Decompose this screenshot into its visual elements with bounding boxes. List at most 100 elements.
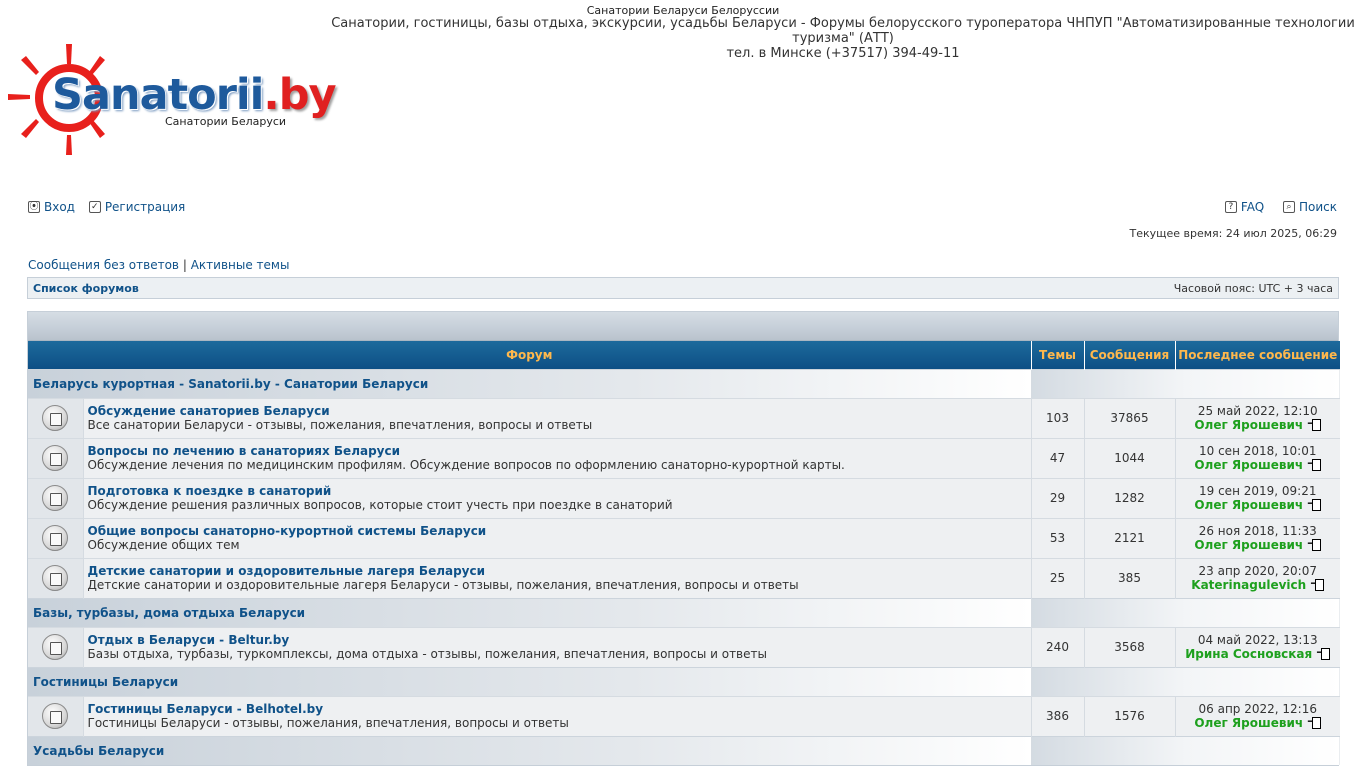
view-latest-post-icon[interactable] — [1307, 536, 1322, 551]
forum-title-cell: Вопросы по лечению в санаториях Беларуси… — [83, 437, 1032, 478]
posts-count: 1576 — [1084, 695, 1176, 736]
last-post-cell: 26 ноя 2018, 11:33 Олег Ярошевич — [1175, 517, 1340, 558]
forum-status-cell — [28, 517, 84, 558]
forum-row: Обсуждение санаториев Беларуси Все санат… — [28, 397, 1340, 438]
help-icon: ? — [1224, 201, 1237, 213]
forum-description: Детские санатории и оздоровительные лаге… — [87, 578, 799, 592]
forum-title-link[interactable]: Подготовка к поездке в санаторий — [88, 484, 1030, 498]
login-link[interactable]: ⦿ Вход — [28, 200, 75, 214]
forum-status-cell — [28, 397, 84, 438]
forum-title-cell: Подготовка к поездке в санаторий Обсужде… — [83, 477, 1032, 518]
posts-count: 37865 — [1084, 397, 1176, 438]
last-post-author[interactable]: Олег Ярошевич — [1194, 538, 1303, 552]
forum-title-cell: Детские санатории и оздоровительные лаге… — [83, 557, 1032, 598]
forum-status-cell — [28, 437, 84, 478]
search-icon: ⌕ — [1282, 201, 1295, 213]
last-post-cell: 04 май 2022, 13:13 Ирина Сосновская — [1175, 626, 1340, 667]
forum-title-cell: Отдых в Беларуси - Beltur.by Базы отдыха… — [83, 626, 1032, 667]
col-posts: Сообщения — [1084, 341, 1176, 369]
last-post-cell: 23 апр 2020, 20:07 Katerinagulevich — [1175, 557, 1340, 598]
last-post-cell: 25 май 2022, 12:10 Олег Ярошевич — [1175, 397, 1340, 438]
forum-read-icon — [42, 565, 69, 591]
forum-description: Все санатории Беларуси - отзывы, пожелан… — [87, 418, 593, 432]
topics-count: 29 — [1031, 477, 1085, 518]
last-post-author[interactable]: Олег Ярошевич — [1194, 498, 1303, 512]
topics-count: 47 — [1031, 437, 1085, 478]
view-latest-post-icon[interactable] — [1316, 645, 1331, 660]
topics-count: 25 — [1031, 557, 1085, 598]
forum-status-cell — [28, 695, 84, 736]
forum-title-link[interactable]: Гостиницы Беларуси - Belhotel.by — [88, 702, 1030, 716]
forum-row: Детские санатории и оздоровительные лаге… — [28, 557, 1340, 598]
forum-title-link[interactable]: Общие вопросы санаторно-курортной систем… — [88, 524, 1030, 538]
login-icon: ⦿ — [28, 201, 40, 213]
forum-body: Беларусь курортная - Sanatorii.by - Сана… — [28, 368, 1340, 765]
forum-description: Гостиницы Беларуси - отзывы, пожелания, … — [87, 716, 569, 730]
view-latest-post-icon[interactable] — [1307, 496, 1322, 511]
logo-wordmark: Sanatorii.by — [52, 70, 337, 120]
forum-list-link[interactable]: Список форумов — [33, 282, 139, 295]
category-row: Базы, турбазы, дома отдыха Беларуси — [28, 597, 1340, 627]
last-post-author[interactable]: Олег Ярошевич — [1194, 458, 1303, 472]
forum-row: Гостиницы Беларуси - Belhotel.by Гостини… — [28, 695, 1340, 736]
topics-count: 103 — [1031, 397, 1085, 438]
checkbox-icon: ✓ — [88, 201, 101, 213]
last-post-author[interactable]: Ирина Сосновская — [1185, 647, 1312, 661]
forum-title-link[interactable]: Вопросы по лечению в санаториях Беларуси — [88, 444, 1030, 458]
faq-link[interactable]: ? FAQ — [1224, 200, 1264, 214]
timezone-text: Часовой пояс: UTC + 3 часа — [1173, 281, 1333, 295]
forum-status-cell — [28, 557, 84, 598]
topics-count: 386 — [1031, 695, 1085, 736]
topics-count: 240 — [1031, 626, 1085, 667]
forum-title-link[interactable]: Детские санатории и оздоровительные лаге… — [88, 564, 1030, 578]
forum-title-cell: Обсуждение санаториев Беларуси Все санат… — [83, 397, 1032, 438]
view-latest-post-icon[interactable] — [1307, 456, 1322, 471]
forum-row: Подготовка к поездке в санаторий Обсужде… — [28, 477, 1340, 518]
forum-title-cell: Гостиницы Беларуси - Belhotel.by Гостини… — [83, 695, 1032, 736]
forum-row: Отдых в Беларуси - Beltur.by Базы отдыха… — [28, 626, 1340, 667]
forum-row: Общие вопросы санаторно-курортной систем… — [28, 517, 1340, 558]
last-post-author[interactable]: Олег Ярошевич — [1194, 716, 1303, 730]
phone-text: тел. в Минске (+37517) 394-49-11 — [726, 46, 960, 61]
category-row: Гостиницы Беларуси — [28, 666, 1340, 696]
forum-read-icon — [42, 485, 69, 511]
view-latest-post-icon[interactable] — [1307, 416, 1322, 431]
view-latest-post-icon[interactable] — [1310, 576, 1325, 591]
category-row: Беларусь курортная - Sanatorii.by - Сана… — [28, 368, 1340, 398]
last-post-author[interactable]: Katerinagulevich — [1191, 578, 1306, 592]
forum-title-link[interactable]: Обсуждение санаториев Беларуси — [88, 404, 1030, 418]
quick-links: Сообщения без ответов | Активные темы — [28, 258, 289, 272]
last-post-cell: 06 апр 2022, 12:16 Олег Ярошевич — [1175, 695, 1340, 736]
forum-description: Обсуждение общих тем — [87, 538, 240, 552]
posts-count: 2121 — [1084, 517, 1176, 558]
site-description: Санатории, гостиницы, базы отдыха, экску… — [320, 16, 1366, 61]
category-title[interactable]: Беларусь курортная - Sanatorii.by - Сана… — [28, 368, 1032, 398]
last-post-date: 04 май 2022, 13:13 — [1197, 633, 1318, 647]
forum-description: Базы отдыха, турбазы, туркомплексы, дома… — [87, 647, 767, 661]
register-link[interactable]: ✓ Регистрация — [88, 200, 185, 214]
site-logo[interactable]: Sanatorii.by Санатории Беларуси — [8, 42, 337, 157]
posts-count: 1044 — [1084, 437, 1176, 478]
posts-count: 1282 — [1084, 477, 1176, 518]
view-latest-post-icon[interactable] — [1307, 714, 1322, 729]
posts-count: 385 — [1084, 557, 1176, 598]
forum-read-icon — [42, 525, 69, 551]
search-link[interactable]: ⌕ Поиск — [1282, 200, 1337, 214]
forum-box: Форум Темы Сообщения Последнее сообщение… — [27, 311, 1340, 766]
category-title[interactable]: Усадьбы Беларуси — [28, 735, 1032, 765]
last-post-cell: 19 сен 2019, 09:21 Олег Ярошевич — [1175, 477, 1340, 518]
forum-title-link[interactable]: Отдых в Беларуси - Beltur.by — [88, 633, 1030, 647]
forum-read-icon — [42, 405, 69, 431]
category-filler — [1031, 735, 1340, 765]
category-title[interactable]: Базы, турбазы, дома отдыха Беларуси — [28, 597, 1032, 627]
category-row: Усадьбы Беларуси — [28, 735, 1340, 765]
last-post-author[interactable]: Олег Ярошевич — [1194, 418, 1303, 432]
forum-read-icon — [42, 703, 69, 729]
topics-count: 53 — [1031, 517, 1085, 558]
category-title[interactable]: Гостиницы Беларуси — [28, 666, 1032, 696]
unanswered-link[interactable]: Сообщения без ответов — [28, 258, 179, 272]
forum-read-icon — [42, 634, 69, 660]
logo-subtitle: Санатории Беларуси — [165, 115, 287, 128]
nav-right: ? FAQ ⌕ Поиск — [1210, 198, 1337, 214]
active-topics-link[interactable]: Активные темы — [191, 258, 290, 272]
